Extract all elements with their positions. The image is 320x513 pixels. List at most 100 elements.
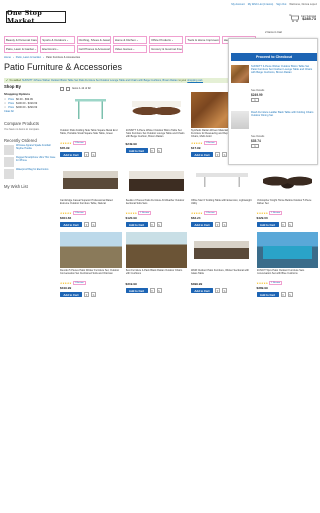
product-name[interactable]: Christopher Knight Home Bellow Outdoor 5…: [257, 199, 319, 211]
add-to-cart-button[interactable]: Add to Cart: [125, 148, 148, 153]
recent-item-name[interactable]: Waterproof Bag for Electronics: [16, 168, 48, 179]
nav-item-5[interactable]: Tools & Home Improvement▾: [185, 36, 220, 44]
wishlist-heart-icon[interactable]: ♥: [149, 288, 155, 293]
minicart-item-qty[interactable]: 1: [251, 144, 259, 148]
add-to-cart-button[interactable]: Add to Cart: [191, 222, 213, 227]
compare-icon[interactable]: ⇅: [222, 288, 227, 293]
nav-item-1[interactable]: Sports & Outdoors ▾: [40, 36, 75, 44]
cart-icon[interactable]: [288, 14, 299, 22]
product-image[interactable]: [60, 162, 122, 198]
product-image[interactable]: [125, 92, 187, 128]
nav-item-2[interactable]: Clothing, Shoes & Jewelry▾: [76, 36, 111, 44]
wishlist-heart-icon[interactable]: ♥: [149, 222, 155, 227]
breadcrumb-home[interactable]: Home: [4, 56, 11, 59]
product-name[interactable]: Devoko 5 Pieces Patio Wicker Furniture S…: [60, 269, 122, 281]
recent-item[interactable]: Wizcase Apparel Spade Football Skyline H…: [4, 144, 56, 155]
nav-item-9[interactable]: Cell Phones & Accessories▾: [76, 45, 111, 53]
compare-icon[interactable]: ⇅: [156, 288, 162, 293]
add-to-cart-button[interactable]: Add to Cart: [60, 292, 82, 297]
product-name[interactable]: Office Star 6' Folding Table with Extens…: [191, 199, 253, 211]
notice-cart-link[interactable]: shopping cart.: [187, 79, 203, 82]
wishlist-heart-icon[interactable]: ♥: [84, 292, 89, 297]
minicart-item-thumb[interactable]: [231, 111, 249, 129]
product-image[interactable]: [60, 232, 122, 268]
cart-area[interactable]: Cart Subtotal $285.73: [288, 14, 316, 22]
remove-filter-icon[interactable]: ✕: [4, 98, 6, 101]
minicart-item-name[interactable]: SUNSITT 3-Piece Wicker Outdoor Bistro Ta…: [251, 65, 315, 74]
product-name[interactable]: SUNSITT 3-Piece Wicker Outdoor Bistro Ta…: [126, 129, 188, 141]
reviews-link[interactable]: 1 Review: [72, 211, 86, 215]
wishlist-heart-icon[interactable]: ♥: [215, 152, 220, 157]
proceed-to-checkout-button[interactable]: Proceed to Checkout: [231, 53, 317, 61]
reviews-link[interactable]: 1 Review: [269, 281, 283, 285]
wishlist-heart-icon[interactable]: ♥: [84, 222, 89, 227]
my-account-link[interactable]: My Account: [231, 3, 244, 6]
compare-icon[interactable]: ⇅: [91, 222, 96, 227]
recent-item[interactable]: Rugged Smartphone Ultra Thin Case for iP…: [4, 156, 56, 167]
notice-product-link[interactable]: SUNSITT 3-Piece Wicker Outdoor Bistro Ta…: [22, 79, 178, 82]
compare-icon[interactable]: ⇅: [287, 222, 293, 227]
add-to-cart-button[interactable]: Add to Cart: [125, 222, 148, 227]
reviews-link[interactable]: 1 Review: [138, 211, 152, 215]
product-image[interactable]: [60, 92, 122, 128]
minicart-item-qty[interactable]: 1: [251, 98, 259, 102]
breadcrumb-patio[interactable]: Patio, Lawn & Garden: [16, 56, 41, 59]
add-to-cart-button[interactable]: Add to Cart: [60, 222, 82, 227]
nav-item-8[interactable]: Electronics ▾: [40, 45, 75, 53]
wishlist-heart-icon[interactable]: ♥: [215, 288, 220, 293]
recent-item-thumb[interactable]: [4, 169, 14, 179]
product-image[interactable]: [125, 162, 187, 198]
recent-item-name[interactable]: Rugged Smartphone Ultra Thin Case for iP…: [16, 156, 56, 167]
compare-icon[interactable]: ⇅: [156, 148, 162, 153]
reviews-link[interactable]: 1 Review: [203, 141, 217, 145]
minicart-item-details[interactable]: See Details: [251, 89, 264, 92]
reviews-link[interactable]: 1 Review: [269, 211, 283, 215]
remove-filter-icon[interactable]: ✕: [4, 102, 6, 105]
product-name[interactable]: Beeiiko 2 Pieces Patio Furniture All Wea…: [126, 199, 188, 211]
clear-all-link[interactable]: Clear All: [4, 110, 56, 113]
compare-icon[interactable]: ⇅: [222, 222, 227, 227]
wishlist-heart-icon[interactable]: ♥: [280, 222, 286, 227]
minicart-item-thumb[interactable]: [231, 65, 249, 83]
add-to-cart-button[interactable]: Add to Cart: [125, 288, 148, 293]
product-name[interactable]: Best Furniture 4-Pack Black Rattan Outdo…: [126, 269, 188, 281]
recent-item-name[interactable]: Wizcase Apparel Spade Football Skyline H…: [16, 144, 56, 155]
compare-icon[interactable]: ⇅: [91, 292, 96, 297]
reviews-link[interactable]: 1 Review: [72, 141, 86, 145]
minicart-item-name[interactable]: Flash Furniture Ladder Back Table with F…: [251, 111, 315, 117]
product-image[interactable]: [191, 232, 253, 268]
add-to-cart-button[interactable]: Add to Cart: [60, 152, 82, 157]
nav-item-0[interactable]: Beauty & Personal Care▾: [4, 36, 39, 44]
product-image[interactable]: [125, 232, 187, 268]
grid-view-icon[interactable]: [60, 86, 64, 91]
reviews-link[interactable]: 1 Review: [72, 281, 86, 285]
nav-item-10[interactable]: Video Games ▾: [112, 45, 148, 53]
add-to-cart-button[interactable]: Add to Cart: [191, 152, 213, 157]
store-logo[interactable]: One Stop Market: [6, 9, 66, 25]
wishlist-heart-icon[interactable]: ♥: [84, 152, 89, 157]
wishlist-link[interactable]: My Wish List (4 items): [248, 3, 274, 6]
product-image[interactable]: [191, 162, 253, 198]
sign-out-link[interactable]: Sign Out: [276, 3, 286, 6]
product-image[interactable]: [256, 232, 318, 268]
product-name[interactable]: Outdoor Patio Folding Side Table Square …: [60, 129, 122, 141]
nav-item-7[interactable]: Patio, Lawn & Garden ▾: [4, 45, 39, 53]
nav-item-11[interactable]: Grocery & Gourmet Food▾: [149, 45, 184, 53]
add-to-cart-button[interactable]: Add to Cart: [191, 288, 213, 293]
compare-icon[interactable]: ⇅: [287, 292, 293, 297]
recent-item-thumb[interactable]: [4, 157, 14, 167]
compare-icon[interactable]: ⇅: [222, 152, 227, 157]
recent-item[interactable]: Waterproof Bag for Electronics: [4, 168, 56, 179]
list-view-icon[interactable]: [66, 86, 70, 91]
recent-item-thumb[interactable]: [4, 145, 14, 155]
wishlist-heart-icon[interactable]: ♥: [280, 292, 286, 297]
compare-icon[interactable]: ⇅: [156, 222, 162, 227]
nav-item-4[interactable]: Office Products ▾: [149, 36, 184, 44]
nav-item-3[interactable]: Home & Kitchen ▾: [112, 36, 148, 44]
reviews-link[interactable]: 1 Review: [203, 211, 217, 215]
wishlist-heart-icon[interactable]: ♥: [149, 148, 155, 153]
wishlist-heart-icon[interactable]: ♥: [215, 222, 220, 227]
minicart-item-details[interactable]: See Details: [251, 135, 264, 138]
product-image[interactable]: [256, 162, 318, 198]
add-to-cart-button[interactable]: Add to Cart: [256, 292, 279, 297]
